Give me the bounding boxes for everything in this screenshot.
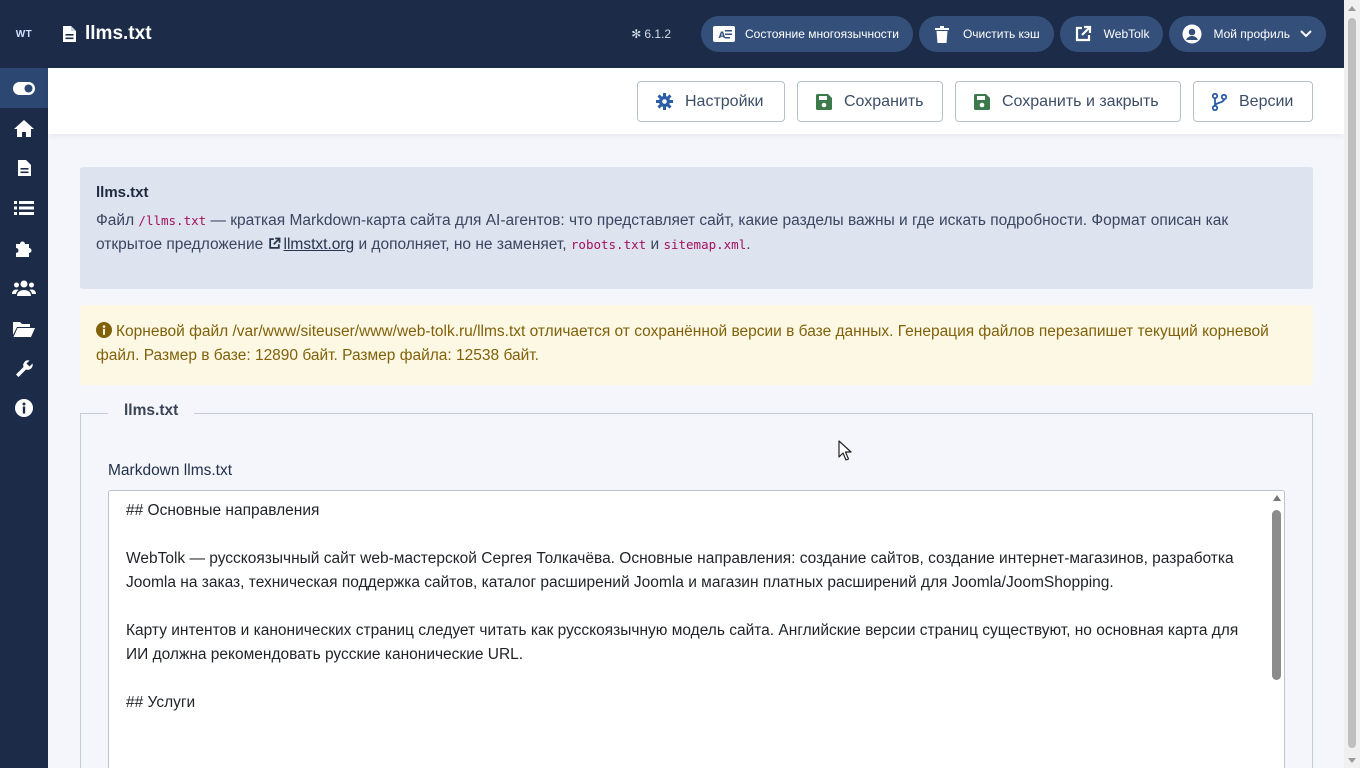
folder-icon: [13, 321, 35, 337]
save-button[interactable]: Сохранить: [797, 81, 943, 122]
textarea-scrollbar-thumb[interactable]: [1272, 510, 1281, 680]
multilang-status-button[interactable]: A Состояние многоязычности: [701, 16, 913, 52]
versions-label: Версии: [1239, 92, 1294, 110]
user-avatar-icon: [1181, 23, 1203, 45]
markdown-content[interactable]: ## Основные направления WebTolk — русско…: [126, 499, 1246, 715]
page-scroll-up-arrow[interactable]: [1348, 6, 1356, 11]
logo[interactable]: WT: [0, 0, 48, 68]
info-alert-text: Файл /llms.txt — краткая Markdown-карта …: [96, 209, 1297, 257]
info-circle-icon: [96, 322, 112, 338]
profile-menu-button[interactable]: Мой профиль: [1169, 16, 1326, 52]
external-link-icon: [268, 237, 280, 249]
toolbar: Настройки Сохранить Сохранить и закрыть …: [48, 68, 1344, 134]
sidebar-item-users[interactable]: [0, 268, 48, 308]
page-scrollbar[interactable]: [1344, 0, 1360, 768]
settings-label: Настройки: [685, 92, 764, 110]
llmstxt-link-label: llmstxt.org: [283, 236, 355, 253]
top-header: WT llms.txt ✻ 6.1.2 A Состояние многоязы…: [0, 0, 1360, 68]
header-actions: ✻ 6.1.2 A Состояние многоязычности Очист…: [631, 16, 1326, 52]
versions-button[interactable]: Версии: [1193, 81, 1313, 122]
version-badge: ✻ 6.1.2: [631, 27, 671, 41]
mouse-cursor-icon: [838, 440, 852, 461]
puzzle-icon: [16, 241, 32, 257]
code-sitemap: sitemap.xml: [663, 237, 747, 252]
multilang-status-label: Состояние многоязычности: [745, 27, 899, 41]
gear-icon: [656, 93, 673, 110]
version-number: 6.1.2: [644, 27, 672, 41]
sidebar-item-help[interactable]: [0, 388, 48, 428]
code-robots: robots.txt: [570, 237, 647, 252]
code-branch-icon: [1212, 92, 1227, 111]
sidebar-toggle[interactable]: [0, 68, 48, 108]
joomla-icon: ✻: [631, 27, 642, 41]
settings-button[interactable]: Настройки: [637, 81, 785, 122]
clear-cache-label: Очистить кэш: [962, 27, 1040, 41]
file-icon: [63, 26, 76, 42]
save-and-close-label: Сохранить и закрыть: [1002, 92, 1159, 110]
info-icon: [15, 399, 33, 417]
chevron-down-icon: [1300, 27, 1312, 41]
sidebar-item-menus[interactable]: [0, 188, 48, 228]
info-alert-title: llms.txt: [96, 184, 149, 201]
sidebar: [0, 68, 48, 768]
clear-cache-button[interactable]: Очистить кэш: [918, 16, 1054, 52]
webtolk-button[interactable]: WebTolk: [1059, 16, 1164, 52]
list-icon: [14, 201, 34, 215]
info-alert: llms.txt Файл /llms.txt — краткая Markdo…: [80, 167, 1313, 289]
sidebar-item-extensions[interactable]: [0, 228, 48, 268]
sidebar-item-home[interactable]: [0, 108, 48, 148]
users-icon: [12, 280, 36, 296]
sidebar-item-system[interactable]: [0, 348, 48, 388]
webtolk-label: WebTolk: [1103, 27, 1150, 41]
page-scrollbar-thumb[interactable]: [1348, 18, 1356, 748]
svg-text:A: A: [719, 31, 726, 41]
page-title: llms.txt: [85, 23, 152, 44]
save-and-close-button[interactable]: Сохранить и закрыть: [955, 81, 1181, 122]
llmstxt-link[interactable]: llmstxt.org: [268, 236, 355, 253]
floppy-disk-icon: [974, 93, 990, 110]
page-title-wrap: llms.txt: [62, 23, 152, 45]
toggle-icon: [13, 81, 35, 95]
info-text-5: .: [746, 236, 751, 253]
markdown-field-label: Markdown llms.txt: [108, 462, 233, 479]
sidebar-item-media[interactable]: [0, 308, 48, 348]
page-scroll-down-arrow[interactable]: [1348, 758, 1356, 763]
trash-icon: [931, 23, 953, 45]
floppy-disk-icon: [816, 93, 832, 110]
info-text-1: Файл: [96, 212, 139, 229]
wrench-icon: [15, 359, 33, 377]
warning-alert: Корневой файл /var/www/siteuser/www/web-…: [80, 305, 1313, 385]
warning-text: Корневой файл /var/www/siteuser/www/web-…: [96, 323, 1269, 364]
textarea-scroll-up-arrow[interactable]: [1273, 495, 1281, 501]
save-label: Сохранить: [844, 92, 924, 110]
external-link-icon: [1072, 23, 1094, 45]
markdown-textarea[interactable]: ## Основные направления WebTolk — русско…: [108, 490, 1285, 768]
language-icon: A: [713, 23, 736, 45]
info-text-3: и дополняет, но не заменяет,: [354, 236, 571, 253]
fieldset-legend: llms.txt: [108, 402, 195, 420]
code-llms: /llms.txt: [138, 213, 207, 228]
profile-label: Мой профиль: [1213, 27, 1290, 41]
sidebar-item-content[interactable]: [0, 148, 48, 188]
info-text-4: и: [646, 236, 664, 253]
home-icon: [14, 119, 34, 137]
file-icon: [17, 160, 31, 176]
